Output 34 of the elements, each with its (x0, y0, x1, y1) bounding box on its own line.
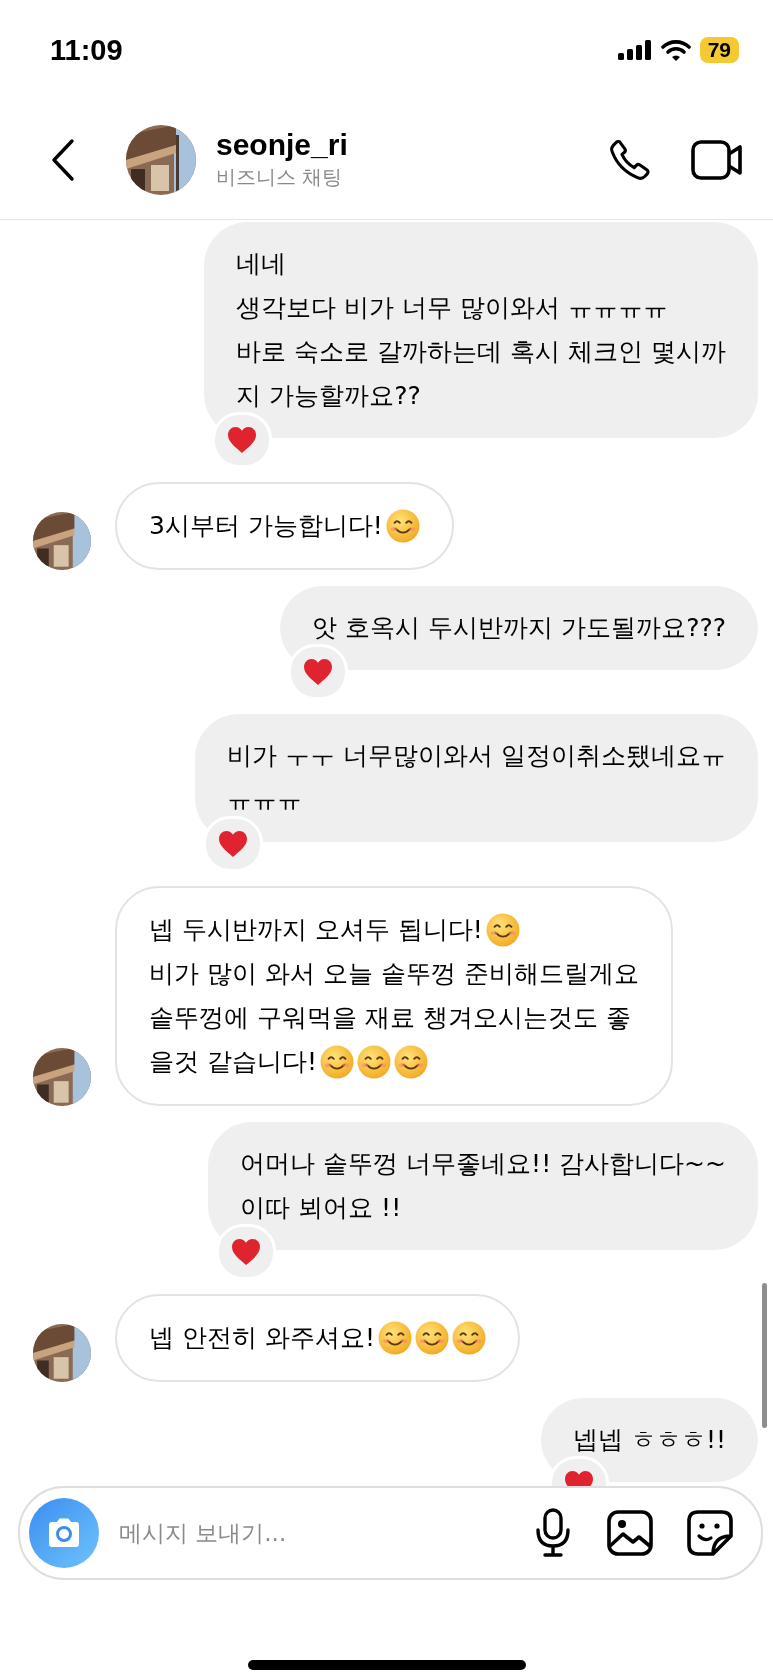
received-message: 3시부터 가능합니다! (115, 482, 454, 570)
heart-icon (231, 1238, 262, 1266)
battery-level: 79 (699, 37, 739, 63)
camera-button[interactable] (29, 1498, 99, 1568)
username: seonje_ri (216, 128, 349, 162)
scrollbar[interactable] (762, 1283, 767, 1428)
smiley-icon (385, 509, 420, 543)
received-message: 넵 두시반까지 오셔두 됩니다! 비가 많이 와서 오늘 솥뚜껑 준비해드릴게요 솥뚜껑에 구워먹을 재료 챙겨오시는것도 좋 을것 같습니다! (115, 886, 673, 1106)
heart-icon (227, 426, 258, 454)
status-time: 11:09 (50, 33, 123, 67)
heart-icon (218, 830, 249, 858)
message-field[interactable]: 메시지 보내기... (117, 1519, 533, 1547)
smiley-icon (319, 1045, 354, 1079)
smiley-icon (393, 1045, 428, 1079)
sent-message: 네네 생각보다 비가 너무 많이와서 ㅠㅠㅠㅠ 바로 숙소로 갈까하는데 혹시 체크인 몇시까 지 가능할까요?? (204, 222, 758, 438)
smiley-icon (485, 913, 520, 947)
image-icon[interactable] (607, 1510, 653, 1556)
heart-icon (303, 658, 334, 686)
sticker-icon[interactable] (687, 1510, 733, 1556)
video-call-icon[interactable] (691, 137, 743, 182)
smiley-icon (451, 1321, 486, 1355)
sent-message: 앗 호옥시 두시반까지 가도될까요??? (280, 586, 758, 670)
smiley-icon (356, 1045, 391, 1079)
back-icon[interactable] (50, 137, 76, 182)
chat-subtitle: 비즈니스 채팅 (216, 164, 344, 191)
received-message: 넵 안전히 와주셔요! (115, 1294, 520, 1382)
signal-icon (617, 40, 652, 60)
smiley-icon (414, 1321, 449, 1355)
wifi-icon (660, 39, 691, 61)
sent-message: 비가 ㅜㅜ 너무많이와서 일정이취소됐네요ㅠ ㅠㅠㅠ (195, 714, 758, 842)
sent-message: 어머나 솥뚜껑 너무좋네요!! 감사합니다~~ 이따 뵈어요 !! (208, 1122, 758, 1250)
sent-message: 넵넵 ㅎㅎㅎ!! (541, 1398, 758, 1482)
microphone-icon[interactable] (533, 1508, 573, 1558)
smiley-icon (377, 1321, 412, 1355)
